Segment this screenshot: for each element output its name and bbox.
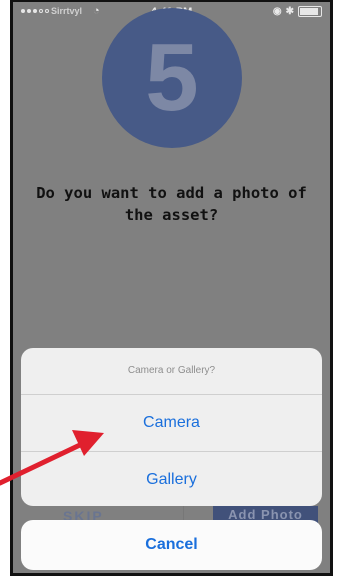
location-icon: ◉: [272, 6, 282, 17]
battery-icon: [298, 6, 322, 17]
cancel-button[interactable]: Cancel: [21, 520, 322, 570]
camera-option[interactable]: Camera: [21, 394, 322, 451]
action-sheet: Camera or Gallery? Camera Gallery: [21, 348, 322, 506]
question-text: Do you want to add a photo of the asset?: [36, 184, 307, 224]
phone-screen: Sirrtvyl ◔ 4:40 PM ◉ ✱ 5 Do you want to …: [10, 0, 333, 576]
step-number-badge: 5: [102, 8, 242, 148]
gallery-option[interactable]: Gallery: [21, 451, 322, 506]
bluetooth-icon: ✱: [285, 6, 294, 17]
action-sheet-title: Camera or Gallery?: [127, 365, 216, 376]
